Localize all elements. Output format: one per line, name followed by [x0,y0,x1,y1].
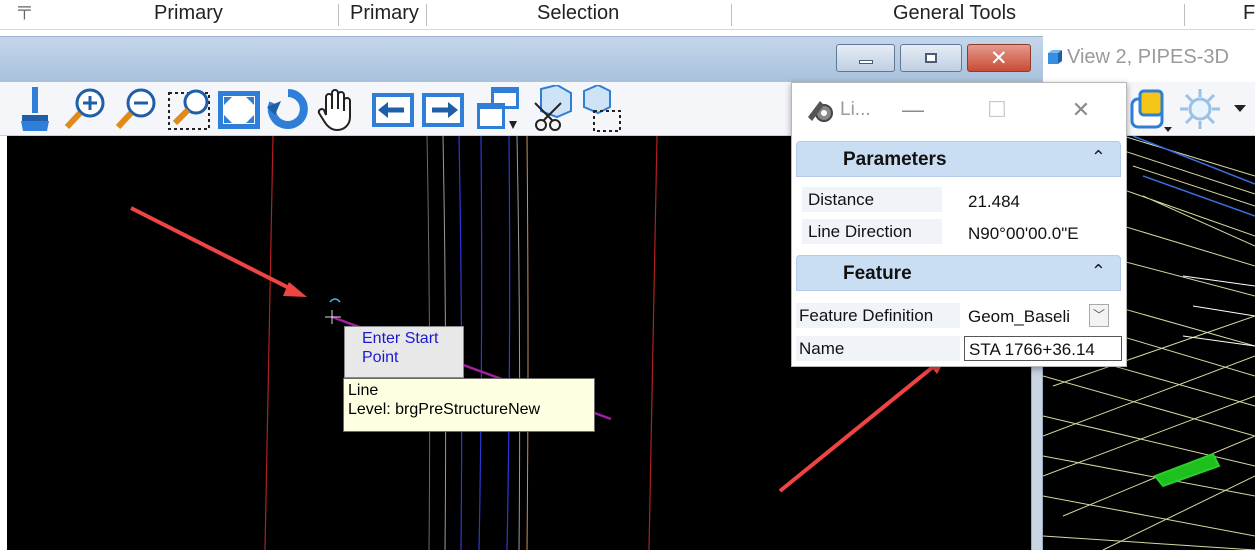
more-tools-icon[interactable] [1230,85,1250,133]
lighting-icon[interactable] [1178,85,1224,133]
window-area-icon[interactable] [166,85,212,133]
minimize-button[interactable] [836,44,895,72]
prompt-tooltip: Enter Start Point [344,326,464,378]
feature-section-label: Feature [843,263,912,284]
collapse-icon: ⌃ [1090,261,1106,281]
minimize-icon [859,60,873,64]
view2-title: View 2, PIPES-3D [1067,46,1229,68]
panel-title: Li... [840,99,871,120]
ribbon-separator [338,4,339,26]
distance-label: Distance [802,187,942,212]
ribbon-group-general-tools[interactable]: General Tools [893,0,1016,26]
copy-view-icon[interactable] [475,85,521,133]
ribbon-separator [731,4,732,26]
view-cube-icon [1048,50,1062,64]
maximize-button[interactable] [900,44,962,72]
parameters-section-header[interactable]: Parameters ⌃ [796,141,1121,177]
view-display-mode-icon[interactable] [1128,85,1174,133]
pin-icon[interactable]: ╤ [18,0,31,19]
feature-section-header[interactable]: Feature ⌃ [796,255,1121,291]
panel-minimize-button[interactable]: — [898,97,928,123]
fit-view-icon[interactable] [216,85,262,133]
line-direction-field[interactable]: N90°00'00.0"E [964,221,1120,246]
brush-icon[interactable] [12,85,58,133]
panel-maximize-button[interactable]: ☐ [982,97,1012,123]
parameters-section-label: Parameters [843,149,947,170]
ribbon-separator [1184,4,1185,26]
view-left-border [0,136,7,550]
tool-settings-icon [808,101,833,122]
name-field[interactable]: STA 1766+36.14 [964,336,1122,361]
ribbon-separator [426,4,427,26]
pan-hand-icon[interactable] [314,85,360,133]
ribbon-group-partial[interactable]: F [1243,0,1255,26]
info-line-1: Line [348,382,379,399]
chevron-down-icon[interactable]: ﹀ [1089,304,1109,327]
ribbon-group-primary-2[interactable]: Primary [350,0,419,26]
tool-settings-panel: Li... — ☐ ✕ Parameters ⌃ Distance 21.484… [791,82,1127,367]
feature-definition-label: Feature Definition [796,303,960,328]
name-label: Name [796,336,960,361]
line-direction-label: Line Direction [802,219,942,244]
collapse-icon: ⌃ [1090,147,1106,167]
prompt-line-1: Enter Start [362,330,439,347]
clip-mask-icon[interactable] [578,85,624,133]
close-button[interactable]: ✕ [967,44,1031,72]
feature-definition-dropdown[interactable]: Geom_Baseli [964,304,1088,329]
panel-title-bar[interactable]: Li... — ☐ ✕ [792,83,1126,137]
ribbon-group-primary[interactable]: Primary [154,0,223,26]
ribbon-group-selection[interactable]: Selection [537,0,619,26]
rotate-view-icon[interactable] [265,85,311,133]
info-line-2: Level: brgPreStructureNew [348,401,541,418]
next-view-icon[interactable] [420,85,466,133]
element-info-tooltip: Line Level: brgPreStructureNew [343,378,595,432]
previous-view-icon[interactable] [370,85,416,133]
zoom-in-icon[interactable] [62,85,108,133]
distance-field[interactable]: 21.484 [964,189,1120,214]
prompt-line-2: Point [362,349,399,366]
ribbon-group-bar: ╤ Primary Primary Selection General Tool… [0,0,1255,30]
maximize-icon [925,53,937,63]
clip-volume-icon[interactable] [527,85,573,133]
close-icon: ✕ [990,47,1008,70]
zoom-out-icon[interactable] [113,85,159,133]
microstation-window: ╤ Primary Primary Selection General Tool… [0,0,1255,550]
view2-title-tab[interactable]: View 2, PIPES-3D [1043,36,1255,82]
panel-close-button[interactable]: ✕ [1066,97,1096,123]
